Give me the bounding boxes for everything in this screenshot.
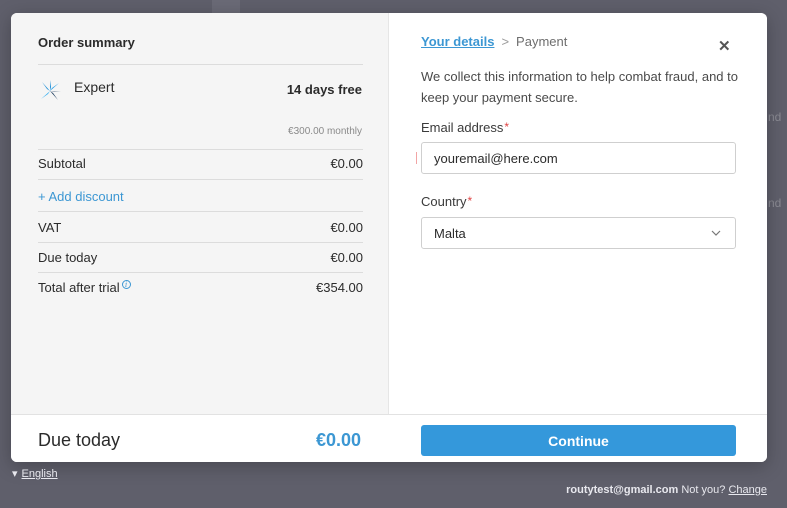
- details-panel: Your details > Payment ✕ We collect this i…: [389, 13, 767, 414]
- breadcrumb-payment: Payment: [516, 34, 568, 49]
- account-email: routytest@gmail.com: [566, 484, 679, 496]
- backdrop-text: nd: [768, 110, 782, 124]
- due-today-value: €0.00: [330, 250, 363, 265]
- subtotal-label: Subtotal: [38, 156, 86, 171]
- info-icon[interactable]: i: [121, 280, 131, 289]
- total-after-trial-row: Total after trial i €354.00: [38, 280, 363, 295]
- language-link[interactable]: English: [22, 468, 58, 480]
- backdrop-strip: [212, 0, 240, 13]
- vat-label: VAT: [38, 220, 62, 235]
- change-account-link[interactable]: Change: [728, 484, 767, 496]
- breadcrumb-separator: >: [501, 34, 510, 49]
- divider: [38, 179, 363, 180]
- error-indicator: [416, 152, 417, 164]
- required-mark: *: [504, 120, 510, 134]
- breadcrumb-your-details[interactable]: Your details: [421, 34, 494, 49]
- due-today-row: Due today €0.00: [38, 250, 363, 265]
- close-icon[interactable]: ✕: [718, 37, 731, 55]
- subtotal-row: Subtotal €0.00: [38, 156, 363, 171]
- backdrop-text: nd: [768, 196, 782, 210]
- order-summary-title: Order summary: [38, 35, 135, 50]
- add-discount-link[interactable]: + Add discount: [38, 189, 124, 204]
- breadcrumb: Your details > Payment: [421, 34, 567, 49]
- email-label-text: Email address: [421, 120, 504, 135]
- order-summary-panel: Order summary Expert 14 days free €300.0…: [11, 13, 389, 414]
- intro-text: We collect this information to help comb…: [421, 69, 738, 105]
- plan-logo-icon: [41, 80, 61, 100]
- chevron-down-icon: [711, 230, 721, 236]
- divider: [38, 242, 363, 243]
- divider: [38, 149, 363, 150]
- total-after-trial-value: €354.00: [316, 280, 363, 295]
- caret-down-icon: ▾: [12, 468, 18, 480]
- footer-due-today-amount: €0.00: [316, 430, 362, 450]
- continue-button[interactable]: Continue: [421, 425, 736, 456]
- divider: [38, 211, 363, 212]
- email-label: Email address*: [421, 120, 509, 135]
- plan-price: €300.00 monthly: [288, 126, 362, 137]
- language-selector[interactable]: ▾ English: [12, 467, 58, 480]
- required-mark: *: [467, 194, 473, 208]
- vat-row: VAT €0.00: [38, 220, 363, 235]
- divider: [38, 272, 363, 273]
- footer-due-today-label: Due today: [38, 430, 121, 450]
- account-info: routytest@gmail.com Not you? Change: [566, 484, 767, 496]
- plan-trial: 14 days free: [286, 82, 362, 97]
- country-select[interactable]: Malta: [421, 217, 736, 249]
- country-value: Malta: [434, 226, 466, 241]
- modal-footer: Due today €0.00 Continue: [11, 414, 767, 462]
- due-today-label: Due today: [38, 250, 98, 265]
- divider: [38, 64, 363, 65]
- country-label: Country*: [421, 194, 472, 209]
- plan-name: Expert: [74, 79, 115, 95]
- subtotal-value: €0.00: [330, 156, 363, 171]
- country-label-text: Country: [421, 194, 467, 209]
- not-you-text: Not you?: [681, 484, 726, 496]
- total-after-trial-label: Total after trial: [38, 280, 120, 295]
- vat-value: €0.00: [330, 220, 363, 235]
- checkout-modal: Order summary Expert 14 days free €300.0…: [11, 13, 767, 462]
- email-value: youremail@here.com: [434, 151, 558, 166]
- email-field[interactable]: youremail@here.com: [421, 142, 736, 174]
